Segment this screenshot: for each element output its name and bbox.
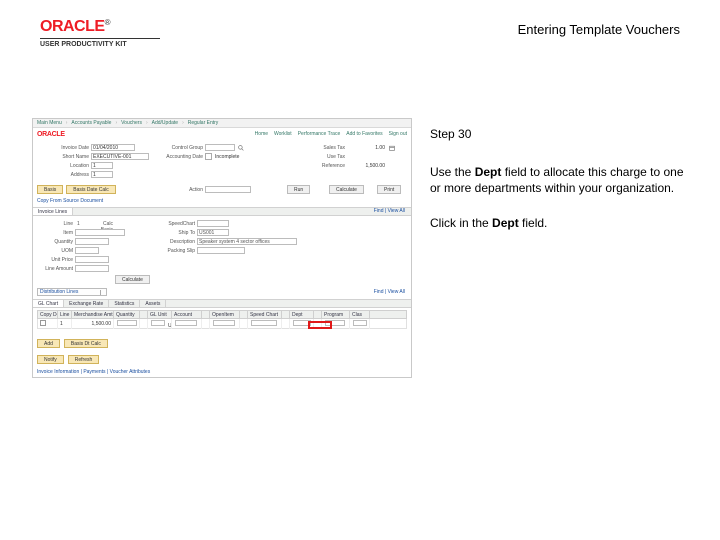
notify-button[interactable]: Notify	[37, 355, 64, 364]
breadcrumb: Main Menu› Accounts Payable› Vouchers› A…	[33, 119, 411, 128]
speedchart-field[interactable]	[197, 220, 229, 227]
grid-account-field[interactable]	[175, 320, 197, 326]
button-row-2: Add Basis Dt Calc	[37, 339, 108, 348]
grid-class-field[interactable]	[353, 320, 367, 326]
tab-statistics[interactable]: Statistics	[109, 300, 140, 307]
instruction-panel: Step 30 Use the Dept field to allocate t…	[430, 126, 690, 249]
copy-from-link[interactable]: Copy From Source Document	[37, 198, 103, 204]
run-button[interactable]: Run	[287, 185, 310, 194]
line-amount-field[interactable]	[75, 265, 109, 272]
basis-button[interactable]: Basis	[37, 185, 63, 194]
search-icon[interactable]	[238, 145, 244, 151]
calculate-button[interactable]: Calculate	[329, 185, 364, 194]
screenshot-toolbar: Home Worklist Performance Trace Add to F…	[255, 131, 407, 137]
distribution-grid: Copy Down Line Merchandise Amt Quantity …	[37, 310, 407, 329]
calculate-button-2[interactable]: Calculate	[115, 275, 150, 284]
basis-date-calc-button[interactable]: Basis Date Calc	[66, 185, 116, 194]
grid-glunit-field[interactable]	[151, 320, 165, 326]
control-group-field[interactable]	[205, 144, 235, 151]
grid-speedchart-field[interactable]	[251, 320, 277, 326]
find-view-link-2[interactable]: Find | View All	[374, 289, 405, 295]
brand-sub: USER PRODUCTIVITY KIT	[40, 38, 160, 48]
tab-exchange-rate[interactable]: Exchange Rate	[64, 300, 109, 307]
grid-tabs: GL Chart Exchange Rate Statistics Assets	[33, 299, 411, 308]
packing-slip-field[interactable]	[197, 247, 245, 254]
action-select[interactable]	[205, 186, 251, 193]
brand-word: ORACLE	[40, 18, 105, 35]
grid-quantity-field[interactable]	[117, 320, 137, 326]
distribution-lines-dropdown[interactable]: Distribution Lines	[37, 288, 107, 296]
uom-field[interactable]	[75, 247, 99, 254]
grid-openitem-field[interactable]	[213, 320, 235, 326]
tab-assets[interactable]: Assets	[140, 300, 166, 307]
step-label: Step 30	[430, 126, 690, 142]
calendar-icon[interactable]	[389, 145, 395, 151]
invoice-lines-bar: Invoice Lines	[33, 207, 411, 216]
incomplete-checkbox[interactable]	[205, 153, 212, 160]
item-field[interactable]	[75, 229, 125, 236]
unit-price-field[interactable]	[75, 256, 109, 263]
chevron-down-icon	[100, 290, 105, 295]
dept-highlight	[308, 321, 332, 329]
quantity-field[interactable]	[75, 238, 109, 245]
add-button[interactable]: Add	[37, 339, 60, 348]
refresh-button[interactable]: Refresh	[68, 355, 100, 364]
app-screenshot: Main Menu› Accounts Payable› Vouchers› A…	[32, 118, 412, 378]
brand-logo: ORACLE® USER PRODUCTIVITY KIT	[40, 18, 160, 48]
copydown-checkbox[interactable]	[40, 320, 46, 326]
find-view-link[interactable]: Find | View All	[374, 208, 405, 214]
button-row-3: Notify Refresh	[37, 355, 99, 364]
screenshot-brand: ORACLE	[37, 131, 65, 138]
tab-gl-chart[interactable]: GL Chart	[33, 300, 64, 307]
print-button[interactable]: Print	[377, 185, 401, 194]
screenshot-body: Invoice Date 01/04/2010 Short Name EXECU…	[33, 143, 411, 377]
brand-reg: ®	[105, 18, 111, 27]
instruction-para-1: Use the Dept field to allocate this char…	[430, 164, 690, 196]
page-title: Entering Template Vouchers	[518, 22, 680, 37]
footer-links[interactable]: Invoice Information | Payments | Voucher…	[37, 369, 150, 375]
basis-dt-calc-button[interactable]: Basis Dt Calc	[64, 339, 108, 348]
grid-row: 1 1,500.00 US	[37, 319, 407, 329]
button-row-1: Basis Basis Date Calc	[37, 185, 116, 194]
instruction-para-2: Click in the Dept field.	[430, 215, 690, 231]
